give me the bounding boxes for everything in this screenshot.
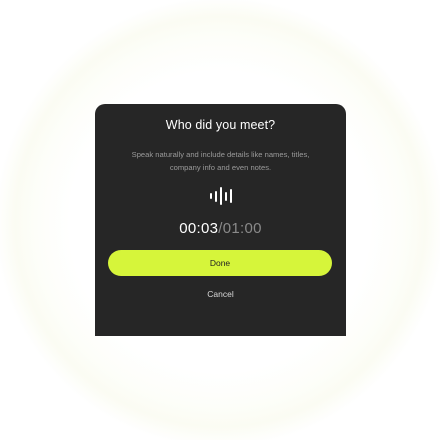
recording-timer: 00:03/01:00 — [95, 220, 346, 237]
dialog-title: Who did you meet? — [165, 118, 276, 132]
timer-total: 01:00 — [222, 220, 262, 237]
instructions-line-2: company info and even notes. — [169, 163, 272, 172]
waveform-bar — [219, 187, 222, 205]
instructions-line-1: Speak naturally and include details like… — [131, 150, 310, 159]
dialog-instructions: Speak naturally and include details like… — [107, 148, 334, 174]
audio-waveform-icon — [95, 184, 346, 208]
waveform-bar — [209, 193, 212, 199]
waveform-bar — [224, 191, 227, 201]
timer-elapsed: 00:03 — [179, 220, 219, 237]
waveform-bar — [229, 189, 232, 203]
waveform-bar — [214, 190, 217, 202]
done-button[interactable]: Done — [108, 250, 332, 276]
cancel-button[interactable]: Cancel — [95, 289, 346, 299]
voice-record-dialog: Who did you meet? Speak naturally and in… — [95, 104, 346, 336]
